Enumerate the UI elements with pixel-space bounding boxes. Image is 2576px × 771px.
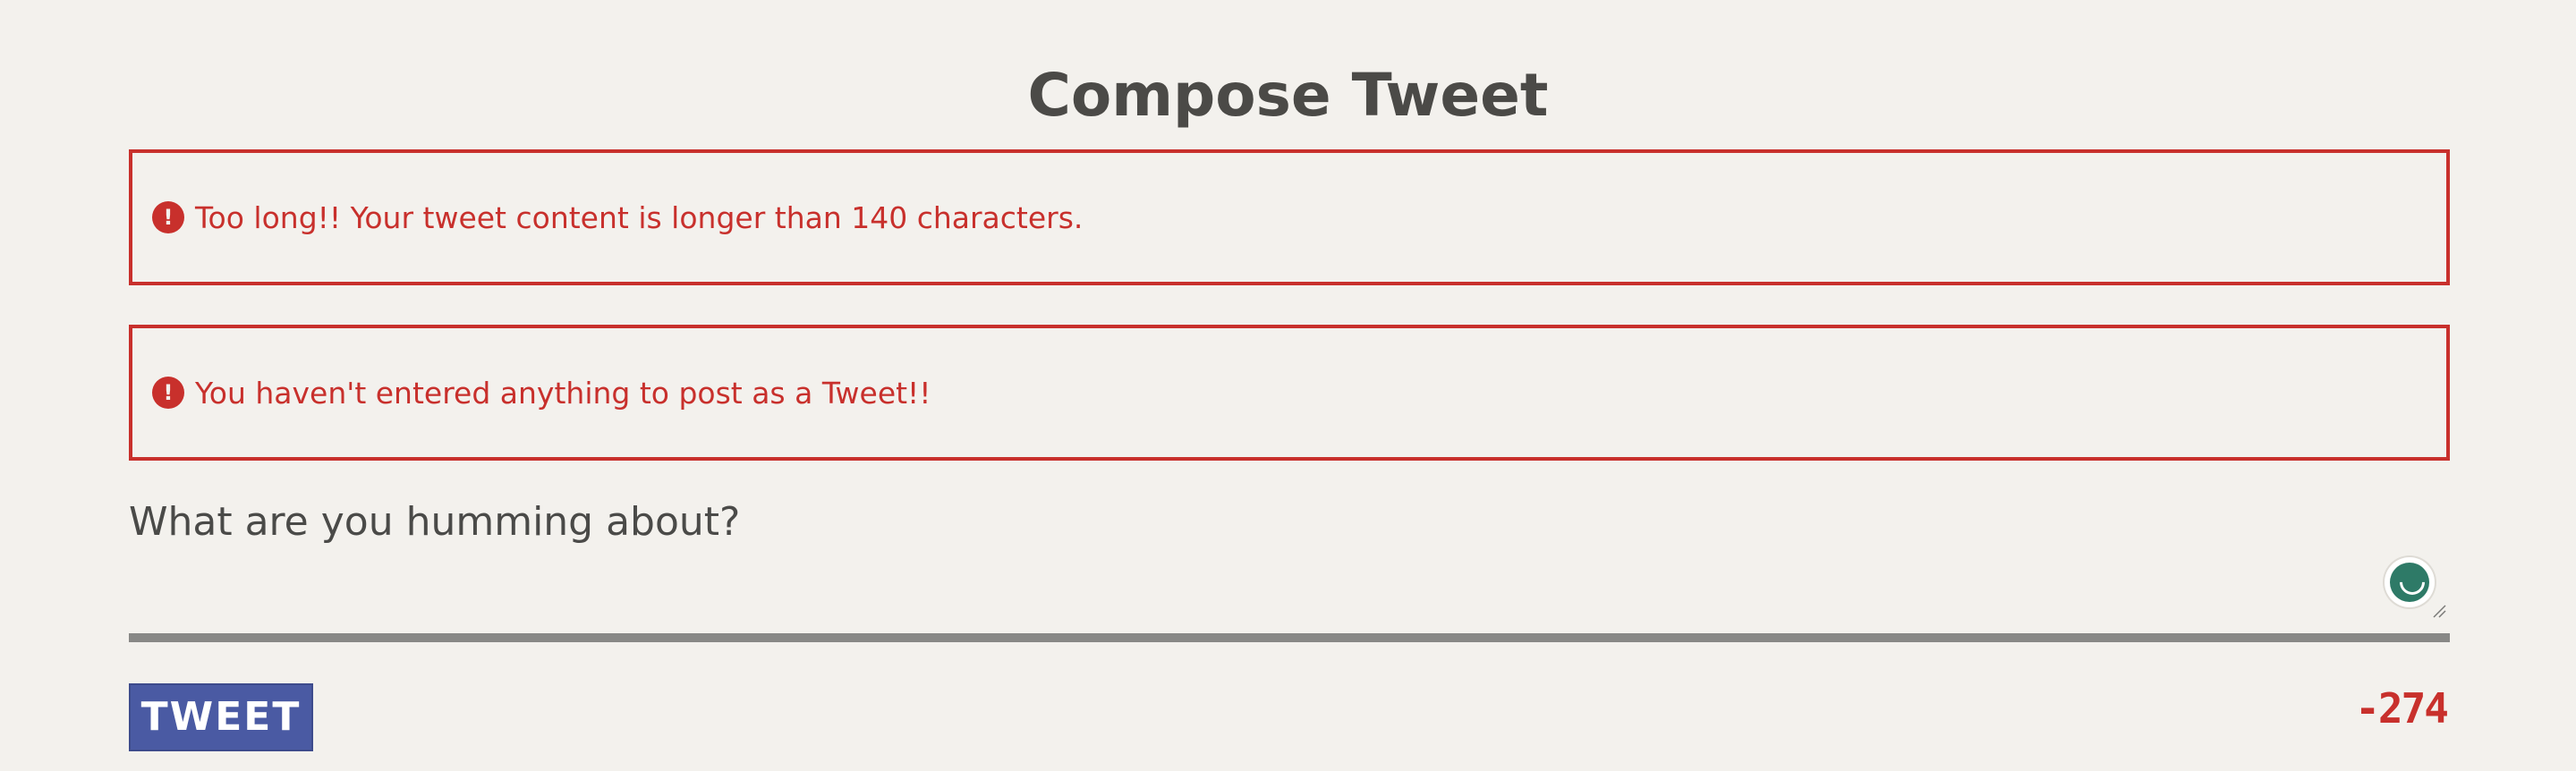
resize-grip-icon[interactable] xyxy=(2432,604,2446,618)
tweet-button[interactable]: TWEET xyxy=(129,683,313,751)
exclamation-circle-icon: ! xyxy=(152,377,184,409)
error-too-long: ! Too long!! Your tweet content is longe… xyxy=(129,149,2450,285)
tweet-input[interactable] xyxy=(129,490,2450,642)
error-message: You haven't entered anything to post as … xyxy=(195,375,931,411)
error-message: Too long!! Your tweet content is longer … xyxy=(195,199,1084,235)
grammarly-icon[interactable] xyxy=(2385,557,2435,607)
grammarly-logo xyxy=(2390,563,2429,602)
exclamation-circle-icon: ! xyxy=(152,201,184,233)
error-empty: ! You haven't entered anything to post a… xyxy=(129,325,2450,461)
character-counter: -274 xyxy=(2355,684,2449,733)
page-title: Compose Tweet xyxy=(1027,61,1549,131)
